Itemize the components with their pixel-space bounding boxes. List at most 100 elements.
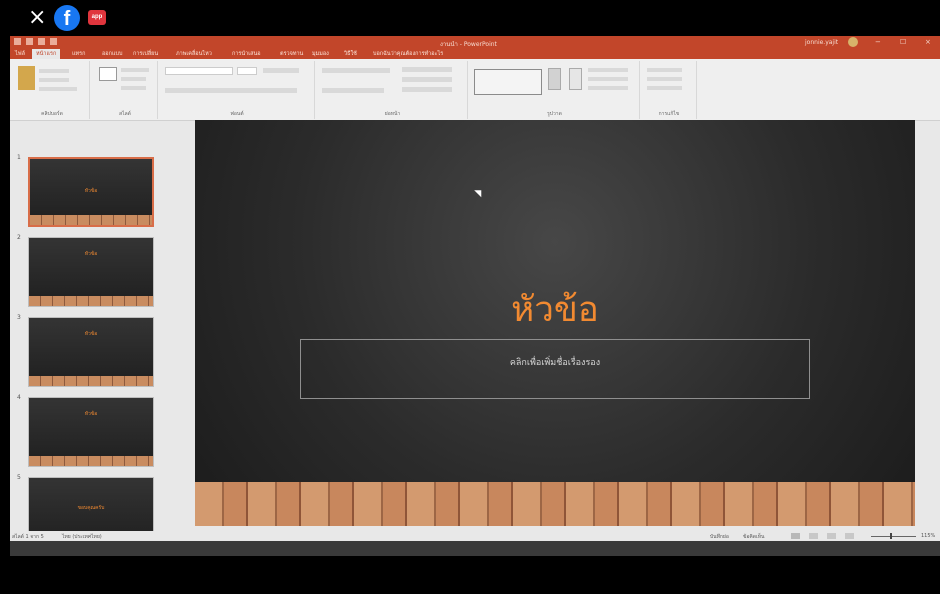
thumbnail-floor	[29, 376, 153, 386]
thumbnail-floor	[30, 215, 152, 225]
normal-view-icon[interactable]	[791, 533, 800, 539]
font-group: ฟอนต์	[160, 61, 315, 119]
slide-thumbnail-2[interactable]: หัวข้อ	[28, 237, 154, 307]
slide-thumbnail-1[interactable]: หัวข้อ	[28, 157, 154, 227]
copy-button[interactable]	[39, 78, 69, 82]
subtitle-placeholder[interactable]: คลิกเพื่อเพิ่มชื่อเรื่องรอง	[300, 339, 810, 399]
language-indicator[interactable]: ไทย (ประเทศไทย)	[62, 533, 102, 541]
tab-slideshow[interactable]: การนำเสนอ	[232, 50, 261, 58]
shape-outline-button[interactable]	[588, 77, 628, 81]
tab-animations[interactable]: ภาพเคลื่อนไหว	[176, 50, 212, 58]
subtitle-text: คลิกเพื่อเพิ่มชื่อเรื่องรอง	[509, 358, 601, 368]
paragraph-label: ย่อหน้า	[384, 111, 401, 117]
tab-insert[interactable]: แทรก	[72, 50, 85, 58]
drawing-label: รูปวาด	[547, 111, 562, 117]
tab-view[interactable]: มุมมอง	[312, 50, 329, 58]
thumbnail-title: ขอบคุณครับ	[77, 505, 105, 511]
zoom-slider-handle[interactable]	[890, 533, 892, 539]
format-painter-button[interactable]	[39, 87, 77, 91]
text-direction-button[interactable]	[402, 67, 452, 72]
arrange-button[interactable]	[548, 68, 561, 90]
tab-transitions[interactable]: การเปลี่ยน	[133, 50, 158, 58]
redo-icon[interactable]	[38, 38, 45, 45]
screen: × f app งานนำ - PowerPoint jonnie.yajit …	[0, 0, 940, 594]
slides-group: สไลด์	[93, 61, 158, 119]
tab-file[interactable]: ไฟล์	[15, 50, 25, 58]
slide-thumbnail-3[interactable]: หัวข้อ	[28, 317, 154, 387]
start-slideshow-icon[interactable]	[50, 38, 57, 45]
avatar[interactable]	[848, 37, 858, 47]
save-icon[interactable]	[14, 38, 21, 45]
font-size-select[interactable]	[237, 67, 257, 75]
status-bar: สไลด์ 1 จาก 5 ไทย (ประเทศไทย) บันทึกย่อ …	[10, 531, 940, 541]
slide-number: 1	[17, 154, 21, 161]
slide-thumbnail-4[interactable]: หัวข้อ	[28, 397, 154, 467]
editing-group: การแก้ไข	[642, 61, 697, 119]
video-overlay-bar: × f app	[0, 0, 940, 36]
reset-button[interactable]	[121, 77, 146, 81]
slide-number: 5	[17, 474, 21, 481]
quick-access-toolbar	[14, 38, 57, 45]
shape-effects-button[interactable]	[588, 86, 628, 90]
font-size-buttons[interactable]	[263, 68, 299, 73]
alignment-buttons[interactable]	[322, 88, 384, 93]
slide-number: 3	[17, 314, 21, 321]
taskbar-band	[10, 541, 940, 556]
paste-icon[interactable]	[18, 66, 35, 90]
align-text-button[interactable]	[402, 77, 452, 82]
font-format-buttons[interactable]	[165, 88, 297, 93]
slides-label: สไลด์	[119, 111, 131, 117]
shapes-gallery[interactable]	[474, 69, 542, 95]
paragraph-group: ย่อหน้า	[318, 61, 468, 119]
ribbon-tab-bar: ไฟล์ หน้าแรก แทรก ออกแบบ การเปลี่ยน ภาพเ…	[10, 48, 940, 59]
slide-wooden-floor	[195, 482, 915, 526]
cut-button[interactable]	[39, 69, 69, 73]
thumbnail-title: หัวข้อ	[84, 188, 98, 194]
red-badge-icon[interactable]: app	[88, 10, 106, 25]
undo-icon[interactable]	[26, 38, 33, 45]
thumbnail-floor	[29, 456, 153, 466]
thumbnail-title: หัวข้อ	[84, 411, 98, 417]
main-slide-canvas[interactable]: หัวข้อ คลิกเพื่อเพิ่มชื่อเรื่องรอง	[195, 120, 915, 526]
facebook-icon[interactable]: f	[54, 5, 80, 31]
powerpoint-window: งานนำ - PowerPoint jonnie.yajit − ☐ × ไฟ…	[10, 36, 940, 556]
tab-help[interactable]: วิธีใช้	[344, 50, 357, 58]
zoom-slider[interactable]	[871, 536, 916, 537]
thumbnail-title: หัวข้อ	[84, 331, 98, 337]
notes-button[interactable]: บันทึกย่อ	[710, 533, 729, 541]
thumbnail-title: หัวข้อ	[84, 251, 98, 257]
slide-title-placeholder[interactable]: หัวข้อ	[195, 290, 915, 330]
tab-review[interactable]: ตรวจทาน	[280, 50, 303, 58]
tab-design[interactable]: ออกแบบ	[102, 50, 122, 58]
shape-fill-button[interactable]	[588, 68, 628, 72]
clipboard-group: คลิปบอร์ด	[15, 61, 90, 119]
section-button[interactable]	[121, 86, 146, 90]
clipboard-label: คลิปบอร์ด	[41, 111, 63, 117]
slide-count: สไลด์ 1 จาก 5	[12, 534, 44, 540]
zoom-level[interactable]: 115%	[921, 533, 935, 539]
layout-button[interactable]	[121, 68, 149, 72]
new-slide-icon[interactable]	[99, 67, 117, 81]
thumbnail-floor	[29, 296, 153, 306]
restore-button[interactable]: ☐	[900, 38, 906, 46]
tab-home[interactable]: หน้าแรก	[32, 49, 61, 59]
font-name-select[interactable]	[165, 67, 233, 75]
slideshow-view-icon[interactable]	[845, 533, 854, 539]
list-buttons[interactable]	[322, 68, 390, 73]
account-name[interactable]: jonnie.yajit	[805, 39, 838, 46]
find-button[interactable]	[647, 68, 682, 72]
select-button[interactable]	[647, 86, 682, 90]
slide-sorter-icon[interactable]	[809, 533, 818, 539]
tell-me-search[interactable]: บอกฉันว่าคุณต้องการทำอะไร	[373, 50, 443, 58]
quick-styles-button[interactable]	[569, 68, 582, 90]
minimize-button[interactable]: −	[875, 38, 881, 46]
close-icon[interactable]: ×	[28, 7, 46, 29]
convert-smartart-button[interactable]	[402, 87, 452, 92]
replace-button[interactable]	[647, 77, 682, 81]
slide-number: 4	[17, 394, 21, 401]
reading-view-icon[interactable]	[827, 533, 836, 539]
slide-number: 2	[17, 234, 21, 241]
close-button[interactable]: ×	[925, 38, 931, 46]
drawing-group: รูปวาด	[470, 61, 640, 119]
comments-button[interactable]: ข้อคิดเห็น	[743, 533, 764, 541]
